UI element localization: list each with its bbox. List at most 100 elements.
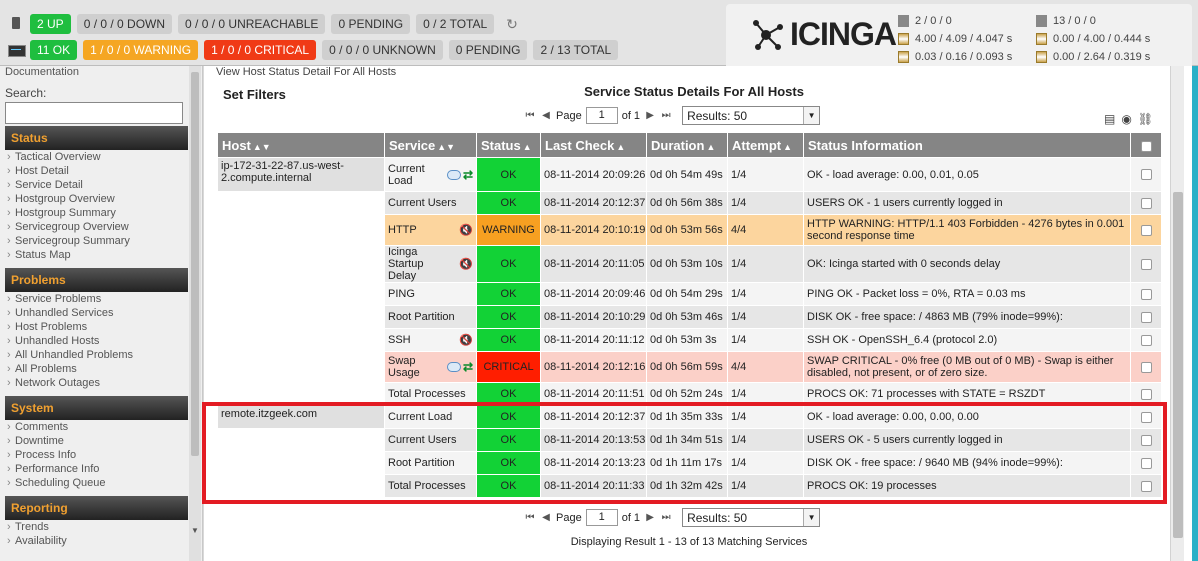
search-input[interactable] [5,102,183,124]
hosts-down-badge[interactable]: 0 / 0 / 0 DOWN [76,14,173,34]
row-select-checkbox[interactable] [1131,306,1161,328]
col-header-status[interactable]: Status ▲ [477,133,540,157]
row-select-checkbox[interactable] [1131,406,1161,428]
row-select-checkbox[interactable] [1131,429,1161,451]
host-name-link[interactable]: remote.itzgeek.com [218,406,384,428]
service-name-link[interactable]: SSH [388,334,411,346]
sidebar-item-hostgroup-overview[interactable]: Hostgroup Overview [5,192,188,206]
sidebar-item-host-detail[interactable]: Host Detail [5,164,188,178]
hosts-pending-badge[interactable]: 0 PENDING [331,14,411,34]
col-header-attempt[interactable]: Attempt ▲ [728,133,803,157]
sidebar-item-trends[interactable]: Trends [5,520,188,534]
row-select-checkbox[interactable] [1131,452,1161,474]
page-input[interactable]: 1 [585,107,618,124]
last-page-icon[interactable]: ⏭ [660,512,672,524]
select-all-checkbox[interactable] [1131,133,1161,157]
row-select-checkbox[interactable] [1131,158,1161,191]
sidebar-scrollbar[interactable]: ▼ [189,66,201,561]
row-select-checkbox[interactable] [1131,215,1161,245]
service-name-link[interactable]: Total Processes [388,388,466,400]
services-total-badge[interactable]: 2 / 13 TOTAL [533,40,619,60]
set-filters-link[interactable]: Set Filters [223,87,286,102]
service-name-link[interactable]: Current Load [388,411,452,423]
comment-icon[interactable] [446,362,461,372]
sidebar-item-downtime[interactable]: Downtime [5,434,188,448]
passive-check-icon[interactable]: ⇄ [463,169,473,181]
link-icon[interactable]: ⛓ [1138,112,1153,126]
sidebar-item-all-unhandled-problems[interactable]: All Unhandled Problems [5,348,188,362]
service-name-link[interactable]: Root Partition [388,457,455,469]
page-input[interactable]: 1 [585,509,618,526]
hosts-total-badge[interactable]: 0 / 2 TOTAL [416,14,495,34]
sidebar-item-service-problems[interactable]: Service Problems [5,292,188,306]
sidebar-item-availability[interactable]: Availability [5,534,188,548]
comment-icon[interactable] [446,169,461,180]
row-select-checkbox[interactable] [1131,329,1161,351]
col-header-service[interactable]: Service ▲▼ [385,133,476,157]
service-name-link[interactable]: PING [388,288,415,300]
results-per-page-select[interactable]: Results: 50 ▼ [682,508,821,527]
row-select-checkbox[interactable] [1131,383,1161,405]
sidebar-item-hostgroup-summary[interactable]: Hostgroup Summary [5,206,188,220]
prev-page-icon[interactable]: ◀ [540,512,552,524]
sidebar-item-service-detail[interactable]: Service Detail [5,178,188,192]
services-warning-badge[interactable]: 1 / 0 / 0 WARNING [83,40,199,60]
service-name-link[interactable]: Icinga Startup Delay [388,246,436,282]
sidebar-item-process-info[interactable]: Process Info [5,448,188,462]
sidebar-item-status-map[interactable]: Status Map [5,248,188,262]
last-page-icon[interactable]: ⏭ [660,110,672,122]
scroll-down-arrow-icon[interactable]: ▼ [191,526,199,535]
services-pending-badge[interactable]: 0 PENDING [448,40,528,60]
row-select-checkbox[interactable] [1131,246,1161,282]
sidebar-item-documentation[interactable]: Documentation [5,66,188,80]
hosts-unreachable-badge[interactable]: 0 / 0 / 0 UNREACHABLE [178,14,326,34]
passive-check-icon[interactable]: ⇄ [463,361,473,373]
service-name-link[interactable]: Swap Usage [388,355,436,379]
host-name-link[interactable]: ip-172-31-22-87.us-west-2.compute.intern… [218,158,384,191]
row-select-checkbox[interactable] [1131,475,1161,497]
first-page-icon[interactable]: ⏮ [524,512,536,524]
services-ok-badge[interactable]: 11 OK [30,40,78,60]
sidebar-item-servicegroup-overview[interactable]: Servicegroup Overview [5,220,188,234]
service-name-link[interactable]: Total Processes [388,480,466,492]
hosts-up-badge[interactable]: 2 UP [30,14,71,34]
sidebar-scroll-thumb[interactable] [191,72,199,456]
results-per-page-select[interactable]: Results: 50 ▼ [682,106,821,125]
sidebar-item-scheduling-queue[interactable]: Scheduling Queue [5,476,188,490]
sidebar-item-host-problems[interactable]: Host Problems [5,320,188,334]
main-scroll-thumb[interactable] [1173,192,1183,538]
sidebar-item-performance-info[interactable]: Performance Info [5,462,188,476]
sidebar-item-tactical-overview[interactable]: Tactical Overview [5,150,188,164]
col-header-last-check[interactable]: Last Check ▲ [541,133,646,157]
col-header-host[interactable]: Host ▲▼ [218,133,384,157]
sidebar-item-servicegroup-summary[interactable]: Servicegroup Summary [5,234,188,248]
view-host-status-link[interactable]: View Host Status Detail For All Hosts [216,66,396,78]
sidebar-item-all-problems[interactable]: All Problems [5,362,188,376]
next-page-icon[interactable]: ▶ [644,110,656,122]
service-name-link[interactable]: Current Users [388,197,456,209]
service-name-link[interactable]: HTTP [388,224,417,236]
service-name-link[interactable]: Root Partition [388,311,455,323]
refresh-icon[interactable]: ↻ [506,16,518,33]
row-select-checkbox[interactable] [1131,352,1161,382]
row-select-checkbox[interactable] [1131,192,1161,214]
csv-export-icon[interactable]: ▤ [1104,112,1115,126]
sidebar-item-comments[interactable]: Comments [5,420,188,434]
notifications-disabled-icon[interactable]: 🔇 [459,334,473,347]
notifications-disabled-icon[interactable]: 🔇 [459,258,473,271]
first-page-icon[interactable]: ⏮ [524,110,536,122]
col-header-duration[interactable]: Duration ▲ [647,133,727,157]
services-unknown-badge[interactable]: 0 / 0 / 0 UNKNOWN [322,40,443,60]
next-page-icon[interactable]: ▶ [644,512,656,524]
main-scrollbar[interactable] [1170,66,1184,561]
sidebar-item-unhandled-services[interactable]: Unhandled Services [5,306,188,320]
service-name-link[interactable]: Current Load [388,163,436,187]
row-select-checkbox[interactable] [1131,283,1161,305]
json-export-icon[interactable]: ◉ [1121,112,1131,126]
notifications-disabled-icon[interactable]: 🔇 [459,224,473,237]
service-name-link[interactable]: Current Users [388,434,456,446]
prev-page-icon[interactable]: ◀ [540,110,552,122]
sidebar-item-network-outages[interactable]: Network Outages [5,376,188,390]
services-critical-badge[interactable]: 1 / 0 / 0 CRITICAL [204,40,317,60]
sidebar-item-unhandled-hosts[interactable]: Unhandled Hosts [5,334,188,348]
